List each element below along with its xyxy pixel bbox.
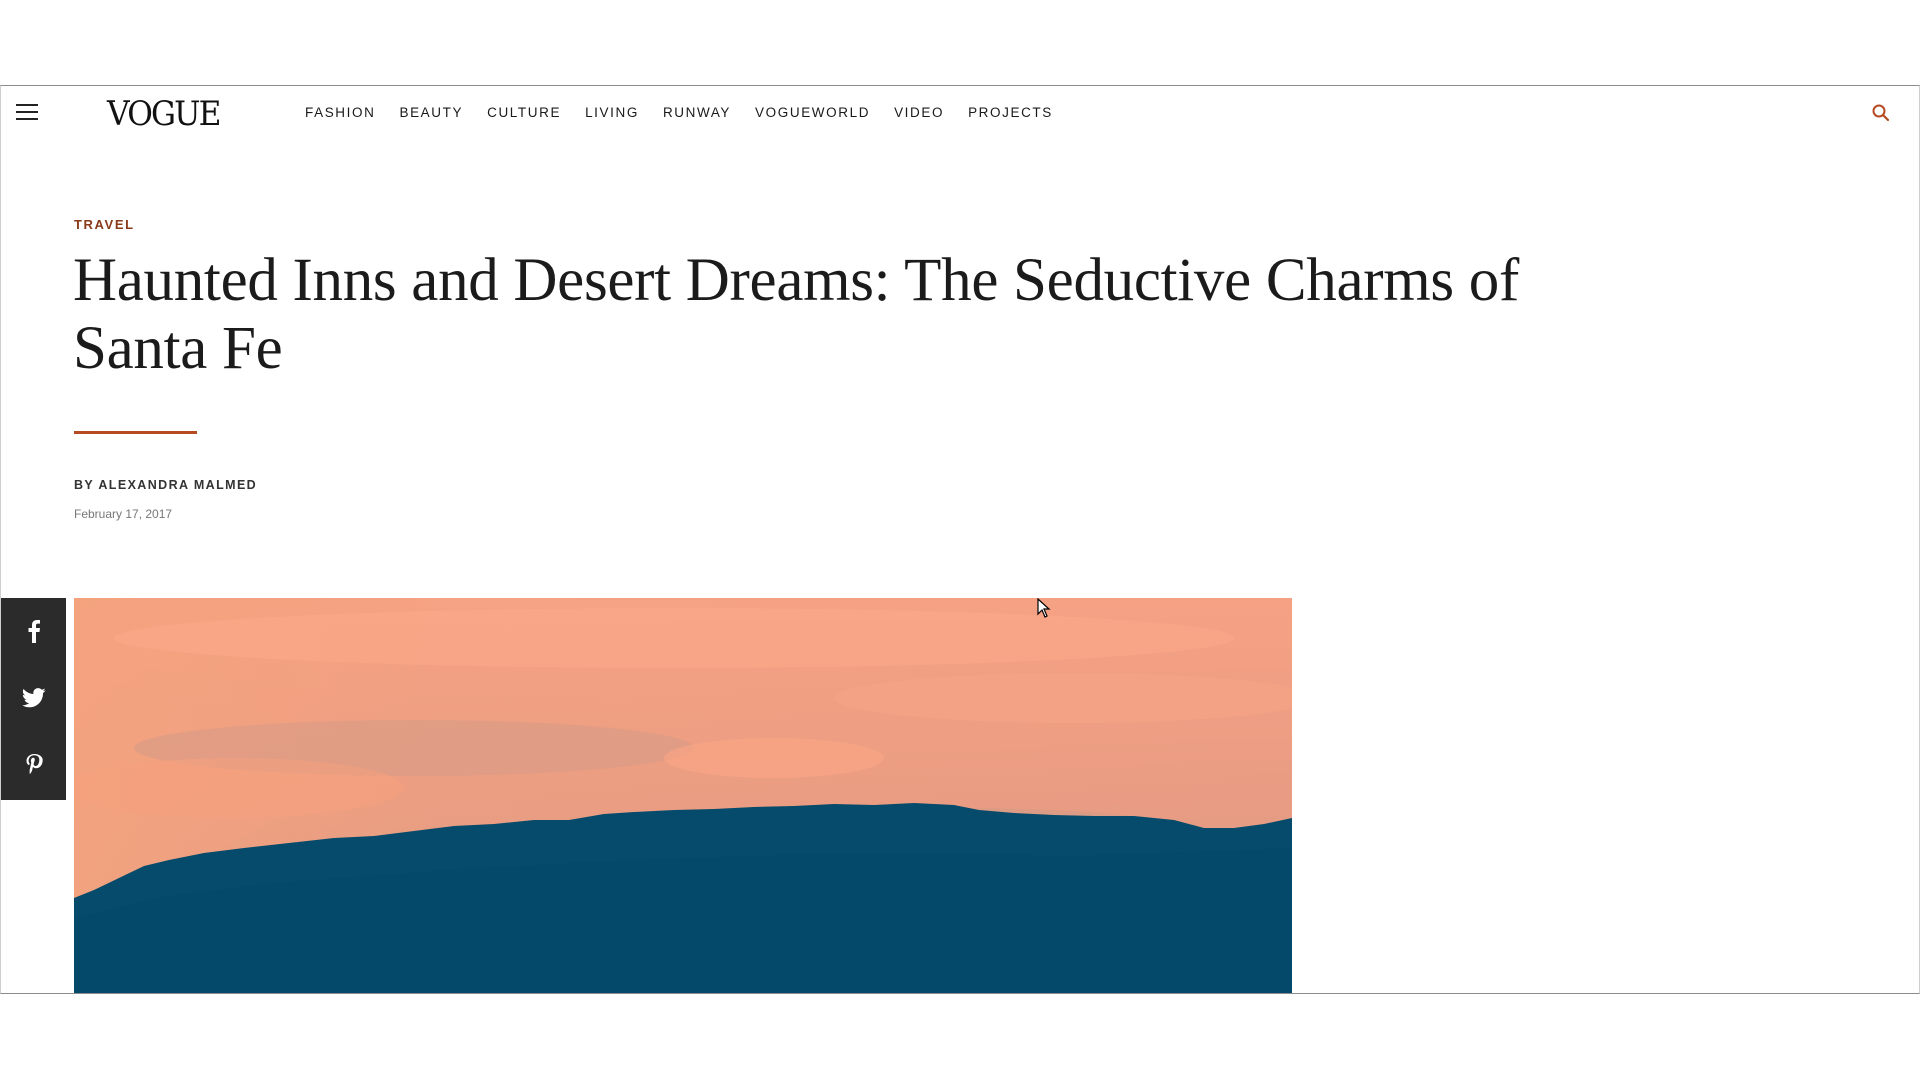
nav-item-culture[interactable]: CULTURE	[487, 103, 561, 123]
hamburger-menu-icon-line	[16, 118, 38, 120]
twitter-icon	[21, 688, 45, 708]
byline: BY ALEXANDRA MALMED	[74, 478, 257, 492]
main-nav: FASHION BEAUTY CULTURE LIVING RUNWAY VOG…	[305, 103, 1077, 123]
mouse-pointer-icon	[1037, 598, 1051, 618]
nav-item-fashion[interactable]: FASHION	[305, 103, 375, 123]
facebook-icon	[28, 620, 40, 643]
pinterest-share-button[interactable]	[1, 732, 66, 798]
facebook-share-button[interactable]	[1, 598, 66, 664]
screen: VOGUE FASHION BEAUTY CULTURE LIVING RUNW…	[0, 0, 1920, 1080]
nav-item-video[interactable]: VIDEO	[894, 103, 944, 123]
search-button[interactable]	[1871, 103, 1891, 123]
twitter-share-button[interactable]	[1, 665, 66, 731]
author-link[interactable]: ALEXANDRA MALMED	[98, 478, 257, 492]
article-headline: Haunted Inns and Desert Dreams: The Sedu…	[73, 247, 1519, 382]
hamburger-menu-icon-line	[16, 111, 38, 113]
pinterest-icon	[26, 754, 43, 774]
search-icon	[1872, 104, 1890, 122]
nav-item-vogueworld[interactable]: VOGUEWORLD	[755, 103, 870, 123]
hamburger-menu-icon	[16, 104, 38, 106]
nav-item-runway[interactable]: RUNWAY	[663, 103, 731, 123]
byline-prefix: BY	[74, 478, 94, 492]
hamburger-menu-button[interactable]	[16, 104, 38, 122]
headline-divider	[74, 431, 197, 434]
nav-item-projects[interactable]: PROJECTS	[968, 103, 1053, 123]
nav-item-beauty[interactable]: BEAUTY	[399, 103, 463, 123]
nav-item-living[interactable]: LIVING	[585, 103, 639, 123]
hero-image	[74, 598, 1292, 993]
browser-viewport: VOGUE FASHION BEAUTY CULTURE LIVING RUNW…	[0, 85, 1920, 994]
site-header: VOGUE FASHION BEAUTY CULTURE LIVING RUNW…	[1, 86, 1919, 138]
share-rail	[1, 598, 66, 800]
vogue-logo[interactable]: VOGUE	[107, 94, 222, 134]
section-link-travel[interactable]: TRAVEL	[74, 217, 135, 232]
publish-date: February 17, 2017	[74, 507, 173, 521]
